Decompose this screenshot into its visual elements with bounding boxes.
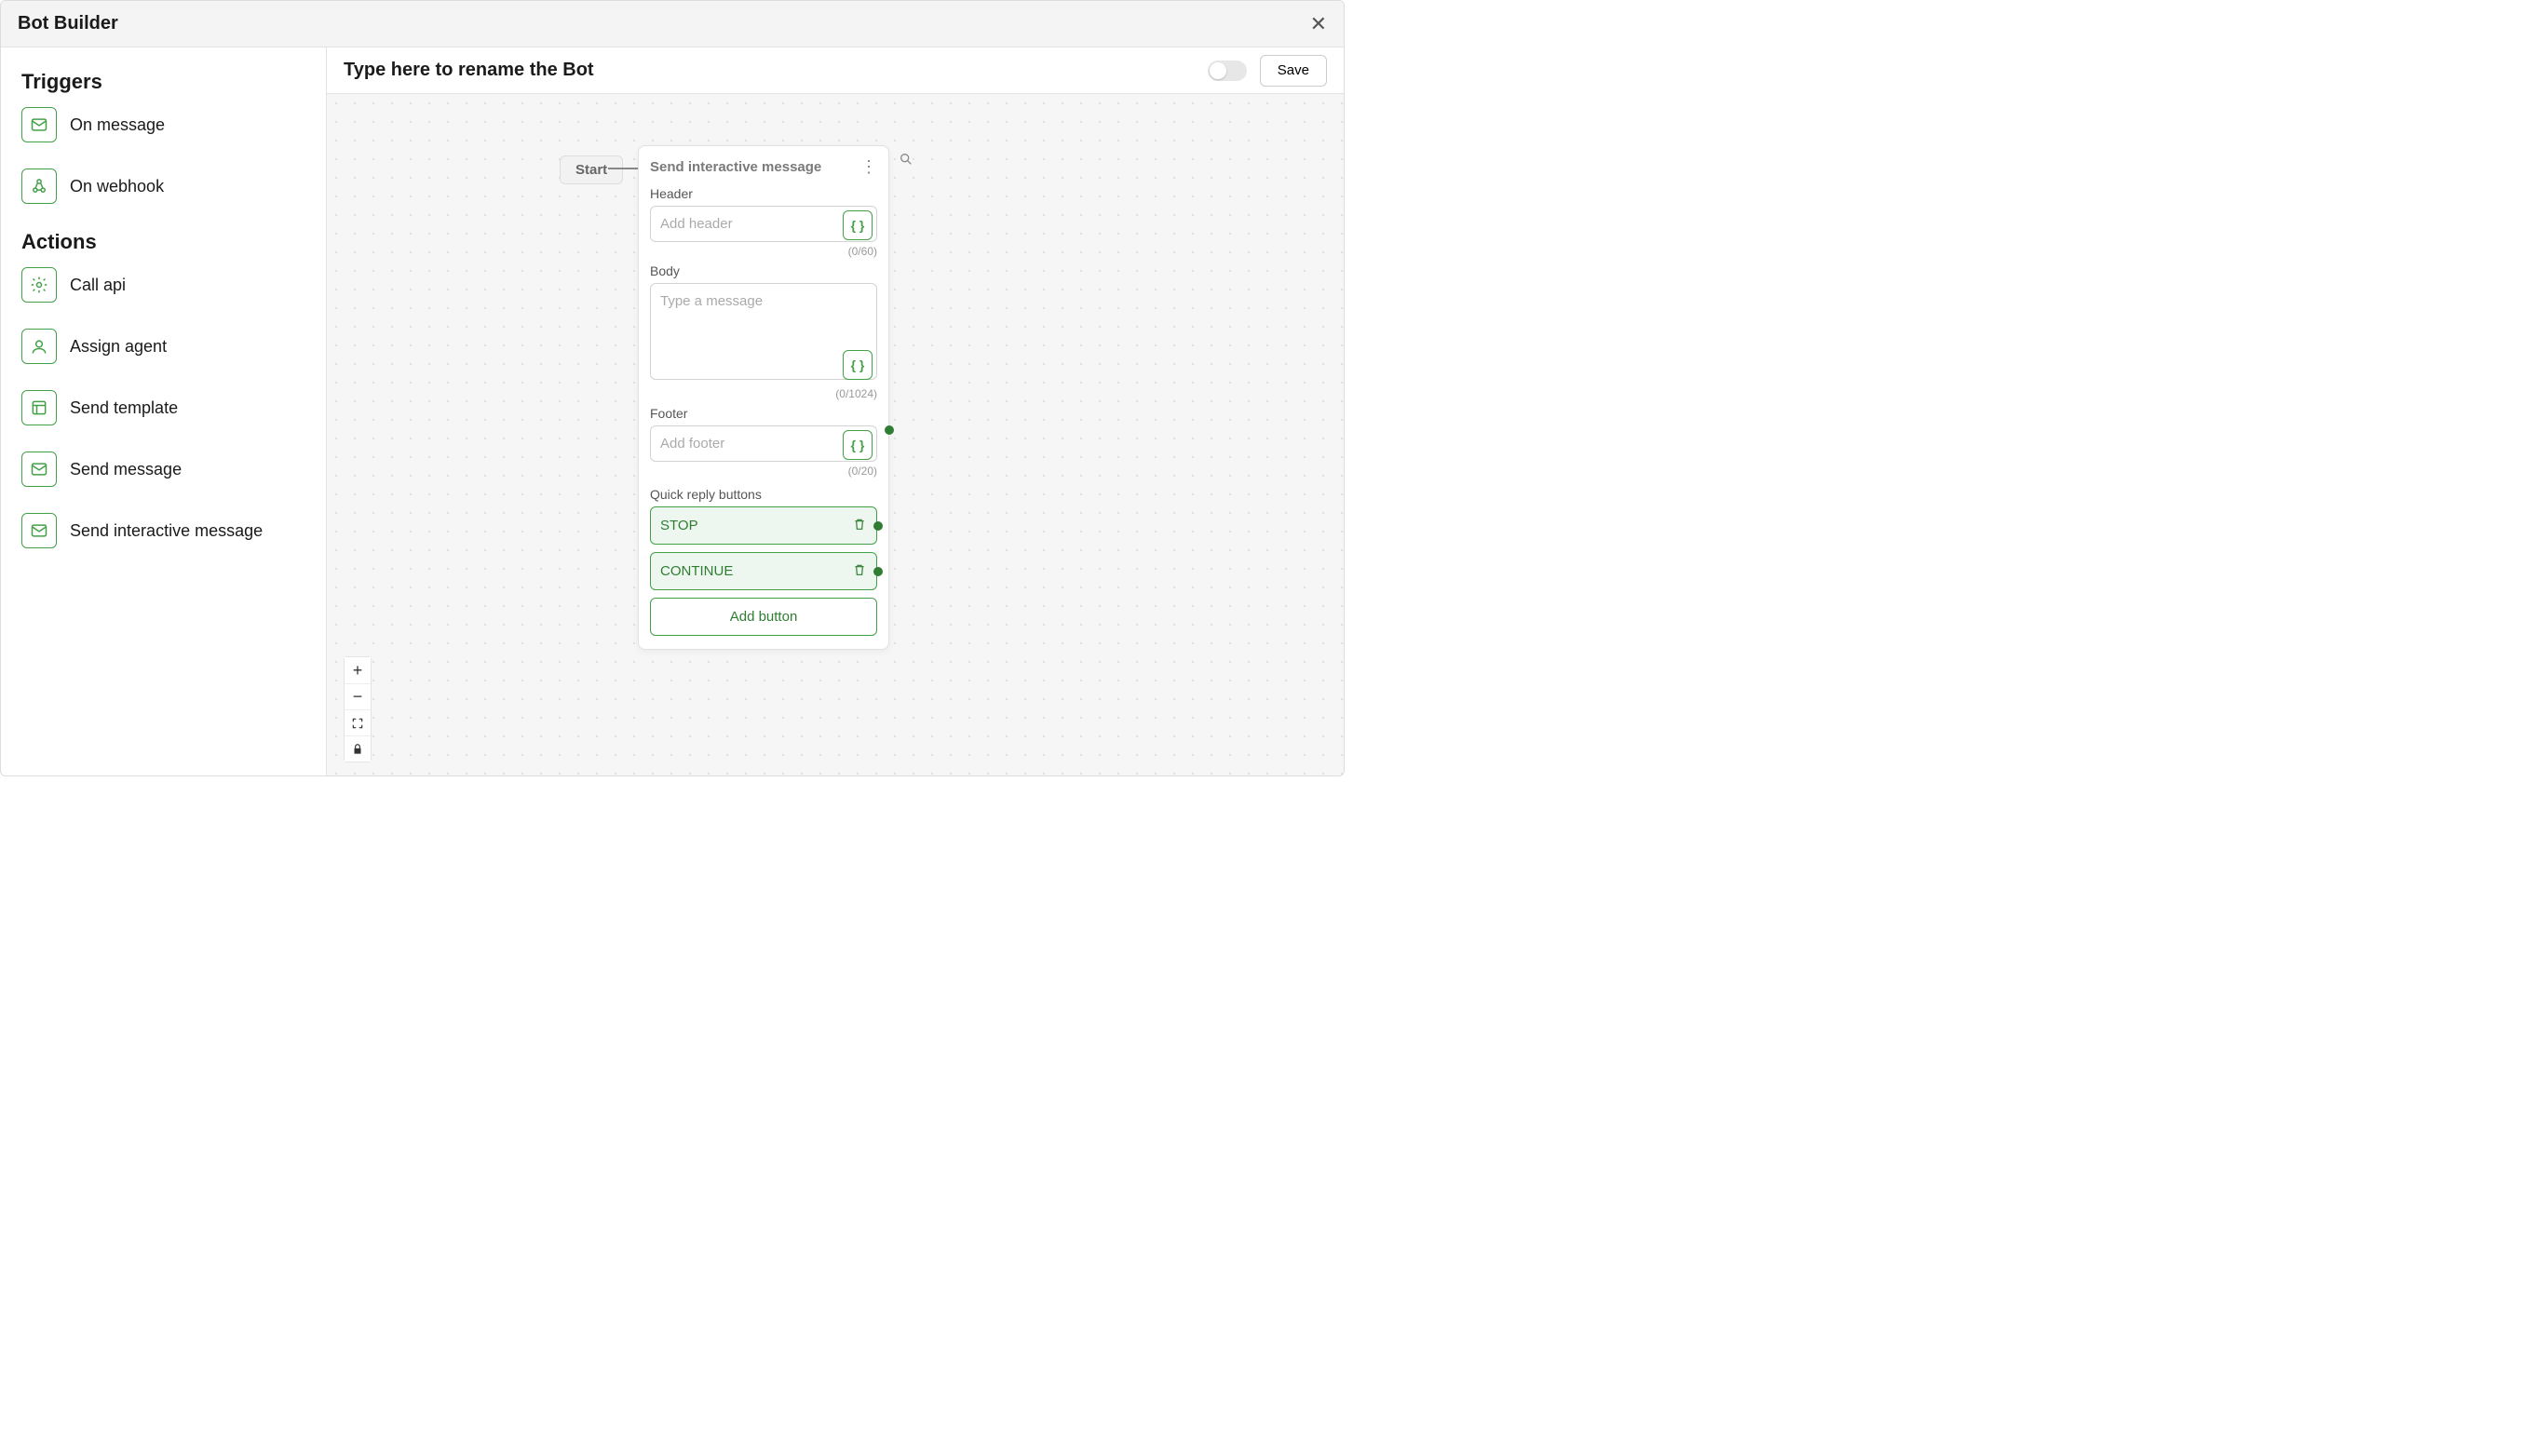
zoom-out-icon[interactable]: − xyxy=(345,683,371,709)
quick-reply-button-stop[interactable]: STOP xyxy=(650,506,877,545)
sidebar-item-on-message[interactable]: On message xyxy=(21,107,305,142)
add-button[interactable]: Add button xyxy=(650,598,877,636)
agent-icon xyxy=(21,329,57,364)
enable-toggle[interactable] xyxy=(1208,61,1247,81)
top-bar: Type here to rename the Bot Save xyxy=(327,47,1344,94)
magnifier-icon[interactable] xyxy=(899,152,913,171)
footer-label: Footer xyxy=(650,406,877,421)
sidebar-item-call-api[interactable]: Call api xyxy=(21,267,305,303)
mail-icon xyxy=(21,513,57,548)
close-icon[interactable]: ✕ xyxy=(1310,12,1327,36)
sidebar-item-label: Send interactive message xyxy=(70,521,263,541)
output-port-icon[interactable] xyxy=(873,567,883,576)
mail-icon xyxy=(21,452,57,487)
sidebar: Triggers On message On webhook Actions C… xyxy=(1,47,327,775)
trash-icon[interactable] xyxy=(852,562,867,580)
sidebar-item-on-webhook[interactable]: On webhook xyxy=(21,169,305,204)
quick-reply-label: CONTINUE xyxy=(660,563,733,579)
sidebar-item-send-template[interactable]: Send template xyxy=(21,390,305,425)
triggers-heading: Triggers xyxy=(21,70,305,94)
start-node[interactable]: Start xyxy=(560,155,623,184)
insert-variable-icon[interactable]: { } xyxy=(843,350,873,380)
fit-screen-icon[interactable] xyxy=(345,709,371,735)
sidebar-item-assign-agent[interactable]: Assign agent xyxy=(21,329,305,364)
lock-icon[interactable] xyxy=(345,735,371,762)
zoom-controls: + − xyxy=(344,656,372,762)
insert-variable-icon[interactable]: { } xyxy=(843,210,873,240)
sidebar-item-send-interactive-message[interactable]: Send interactive message xyxy=(21,513,305,548)
webhook-icon xyxy=(21,169,57,204)
sidebar-item-label: Call api xyxy=(70,276,126,295)
insert-variable-icon[interactable]: { } xyxy=(843,430,873,460)
header-counter: (0/60) xyxy=(650,245,877,258)
footer-counter: (0/20) xyxy=(650,465,877,478)
mail-icon xyxy=(21,107,57,142)
node-send-interactive-message[interactable]: Send interactive message ⋮ Header { } (0… xyxy=(638,145,889,650)
body-label: Body xyxy=(650,263,877,278)
sidebar-item-label: Assign agent xyxy=(70,337,167,357)
sidebar-item-send-message[interactable]: Send message xyxy=(21,452,305,487)
output-port-icon[interactable] xyxy=(873,521,883,531)
more-dots-icon[interactable]: ⋮ xyxy=(860,157,877,177)
app-title: Bot Builder xyxy=(18,13,118,34)
title-bar: Bot Builder ✕ xyxy=(1,1,1344,47)
sidebar-item-label: On message xyxy=(70,115,165,135)
actions-heading: Actions xyxy=(21,230,305,254)
body-counter: (0/1024) xyxy=(650,387,877,400)
quick-reply-button-continue[interactable]: CONTINUE xyxy=(650,552,877,590)
sidebar-item-label: Send message xyxy=(70,460,182,479)
gear-api-icon xyxy=(21,267,57,303)
trash-icon[interactable] xyxy=(852,517,867,534)
sidebar-item-label: Send template xyxy=(70,398,178,418)
zoom-in-icon[interactable]: + xyxy=(345,657,371,683)
header-label: Header xyxy=(650,186,877,201)
save-button[interactable]: Save xyxy=(1260,55,1327,87)
quick-reply-label: STOP xyxy=(660,518,698,533)
flow-canvas[interactable]: Start Send interactive message ⋮ Header … xyxy=(327,94,1344,775)
output-port-icon[interactable] xyxy=(885,425,894,435)
quick-reply-label: Quick reply buttons xyxy=(650,487,877,502)
bot-name-input[interactable]: Type here to rename the Bot xyxy=(344,60,594,81)
sidebar-item-label: On webhook xyxy=(70,177,164,196)
template-icon xyxy=(21,390,57,425)
node-title: Send interactive message xyxy=(650,159,821,175)
